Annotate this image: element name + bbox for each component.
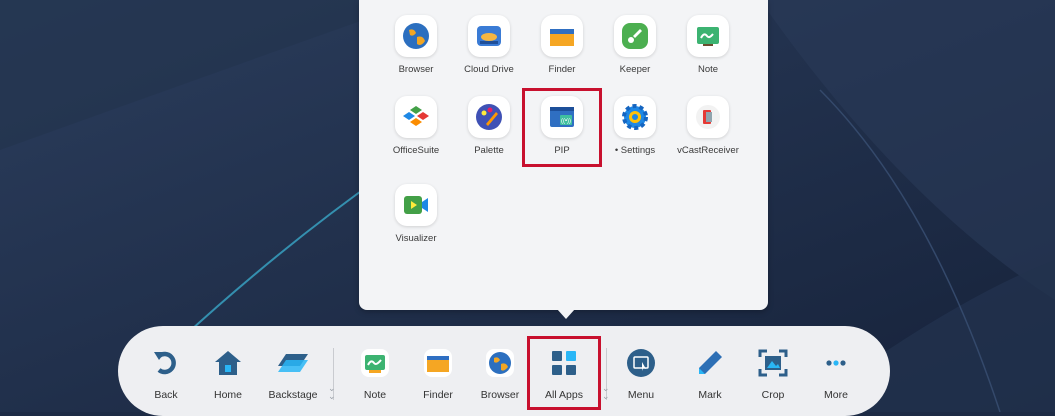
dock-finder[interactable]: Finder bbox=[408, 345, 468, 401]
palette-icon bbox=[468, 96, 510, 138]
app-officesuite[interactable]: OfficeSuite bbox=[380, 96, 452, 157]
back-arrow-icon bbox=[148, 345, 184, 381]
dock-label: Browser bbox=[480, 389, 520, 401]
app-label: Finder bbox=[548, 64, 576, 75]
dock-back[interactable]: Back bbox=[136, 345, 196, 401]
globe-icon bbox=[395, 15, 437, 57]
app-keeper[interactable]: Keeper bbox=[599, 15, 671, 76]
camera-icon bbox=[395, 184, 437, 226]
gear-icon bbox=[614, 96, 656, 138]
dock-label: Backstage bbox=[268, 389, 318, 401]
globe-icon bbox=[482, 345, 518, 381]
dock-label: More bbox=[824, 389, 848, 401]
layers-icon bbox=[275, 345, 311, 381]
dock-label: Note bbox=[363, 389, 387, 401]
dock-label: Finder bbox=[423, 389, 453, 401]
app-label: Keeper bbox=[619, 64, 651, 75]
dock-crop[interactable]: Crop bbox=[743, 345, 803, 401]
dock-browser[interactable]: Browser bbox=[470, 345, 530, 401]
dock-mark[interactable]: Mark bbox=[680, 345, 740, 401]
dock-label: Menu bbox=[627, 389, 655, 401]
dock-menu[interactable]: Menu bbox=[611, 345, 671, 401]
app-finder[interactable]: Finder bbox=[526, 15, 598, 76]
app-settings[interactable]: • Settings bbox=[599, 96, 671, 157]
all-apps-highlight-box bbox=[527, 336, 601, 410]
app-vcastreceiver[interactable]: vCastReceiver bbox=[672, 96, 744, 157]
panel-pointer bbox=[557, 309, 575, 319]
folder-icon bbox=[541, 15, 583, 57]
app-label: Cloud Drive bbox=[464, 64, 514, 75]
dock-home[interactable]: Home bbox=[198, 345, 258, 401]
home-icon bbox=[210, 345, 246, 381]
dock-label: Mark bbox=[698, 389, 722, 401]
app-label: Palette bbox=[474, 145, 504, 156]
dock-note[interactable]: Note bbox=[345, 345, 405, 401]
pip-highlight-box bbox=[522, 88, 602, 167]
pen-icon bbox=[692, 345, 728, 381]
crop-icon bbox=[755, 345, 791, 381]
menu-screen-icon bbox=[623, 345, 659, 381]
vcast-icon bbox=[687, 96, 729, 138]
app-palette[interactable]: Palette bbox=[453, 96, 525, 157]
app-label: Note bbox=[697, 64, 719, 75]
app-note[interactable]: Note bbox=[672, 15, 744, 76]
app-label: OfficeSuite bbox=[392, 145, 440, 156]
app-browser[interactable]: Browser bbox=[380, 15, 452, 76]
rocket-icon bbox=[614, 15, 656, 57]
app-label: • Settings bbox=[614, 145, 656, 156]
app-visualizer[interactable]: Visualizer bbox=[380, 184, 452, 245]
dock-label: Back bbox=[154, 389, 178, 401]
dock-backstage[interactable]: Backstage bbox=[263, 345, 323, 401]
dock-label: Home bbox=[213, 389, 242, 401]
more-dots-icon bbox=[818, 345, 854, 381]
app-label: Visualizer bbox=[395, 233, 437, 244]
officesuite-icon bbox=[395, 96, 437, 138]
dock-label: Crop bbox=[761, 389, 785, 401]
chevron-down-icon[interactable]: ⌄ ⌄ bbox=[602, 384, 610, 401]
app-cloud-drive[interactable]: Cloud Drive bbox=[453, 15, 525, 76]
chevron-down-icon[interactable]: ⌄ ⌄ bbox=[328, 384, 336, 401]
folder-icon bbox=[420, 345, 456, 381]
app-label: Browser bbox=[398, 64, 434, 75]
app-label: vCastReceiver bbox=[677, 145, 739, 156]
whiteboard-icon bbox=[687, 15, 729, 57]
dock-more[interactable]: More bbox=[806, 345, 866, 401]
cloud-drive-icon bbox=[468, 15, 510, 57]
whiteboard-icon bbox=[357, 345, 393, 381]
